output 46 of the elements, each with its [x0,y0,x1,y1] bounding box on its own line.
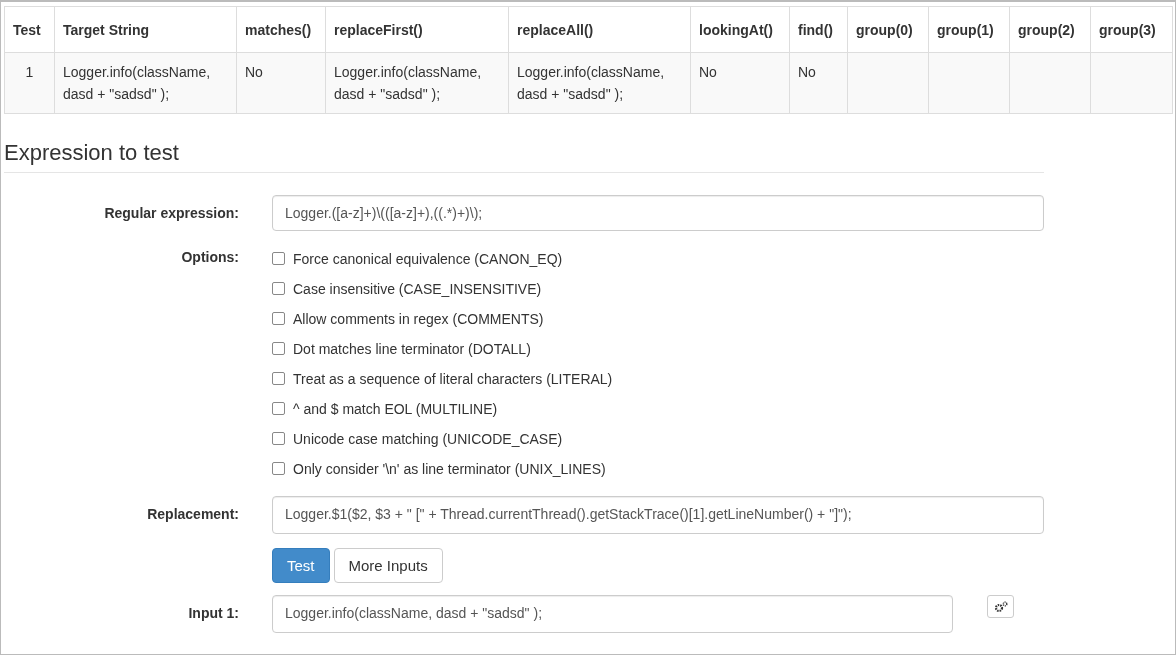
settings-button[interactable] [987,595,1014,618]
test-button[interactable]: Test [272,548,330,583]
option-label: ^ and $ match EOL (MULTILINE) [293,400,498,417]
checkbox[interactable] [272,312,285,325]
table-cell: Logger.info(className, dasd + "sadsd" ); [54,52,237,114]
checkbox[interactable] [272,282,285,295]
field-label: Replacement: [146,505,239,522]
column-header: Test [4,6,55,53]
column-header: Target String [54,6,237,53]
column-header: replaceAll() [508,6,691,53]
column-header: group(0) [847,6,929,53]
column-header: group(2) [1009,6,1091,53]
column-header: group(3) [1090,6,1173,53]
field-label: Options: [180,249,239,265]
checkbox[interactable] [272,462,285,475]
column-header: replaceFirst() [325,6,509,53]
table-cell: Logger.info(className, dasd + "sadsd" ); [325,52,509,114]
column-header: lookingAt() [690,6,790,53]
table-cell: No [236,52,326,114]
column-header: group(1) [928,6,1010,53]
column-header: matches() [236,6,326,53]
option-label: Allow comments in regex (COMMENTS) [293,310,544,327]
field-label: Input 1: [187,604,239,621]
column-header: find() [789,6,848,53]
input-field[interactable]: Logger.info(className, dasd + "sadsd" ); [272,595,953,633]
option-label: Dot matches line terminator (DOTALL) [293,340,531,357]
replacement-field[interactable]: Logger.$1($2, $3 + " [" + Thread.currentThread().getStackTrace()[1].getLineNumber() + "]"); [272,496,1044,534]
option-label: Case insensitive (CASE_INSENSITIVE) [293,280,542,297]
field-label: Regular expression: [103,204,239,221]
option-label: Unicode case matching (UNICODE_CASE) [293,430,563,447]
option-label: Treat as a sequence of literal characters (LITERAL) [293,370,613,387]
regex-field[interactable]: Logger.([a-z]+)\(([a-z]+),((.*)+)\); [272,195,1044,231]
checkbox[interactable] [272,432,285,445]
table-cell: No [789,52,848,114]
checkbox[interactable] [272,372,285,385]
checkbox[interactable] [272,252,285,265]
option-label: Force canonical equivalence (CANON_EQ) [293,250,563,267]
option-label: Only consider '\n' as line terminator (UNIX_LINES) [293,460,606,477]
table-cell: No [690,52,790,114]
table-cell: 1 [4,52,55,114]
gears-icon [993,600,1008,613]
checkbox[interactable] [272,402,285,415]
table-cell: Logger.info(className, dasd + "sadsd" ); [508,52,691,114]
section-title: Expression to test [4,140,1044,173]
more-inputs-button[interactable]: More Inputs [333,548,443,583]
checkbox[interactable] [272,342,285,355]
